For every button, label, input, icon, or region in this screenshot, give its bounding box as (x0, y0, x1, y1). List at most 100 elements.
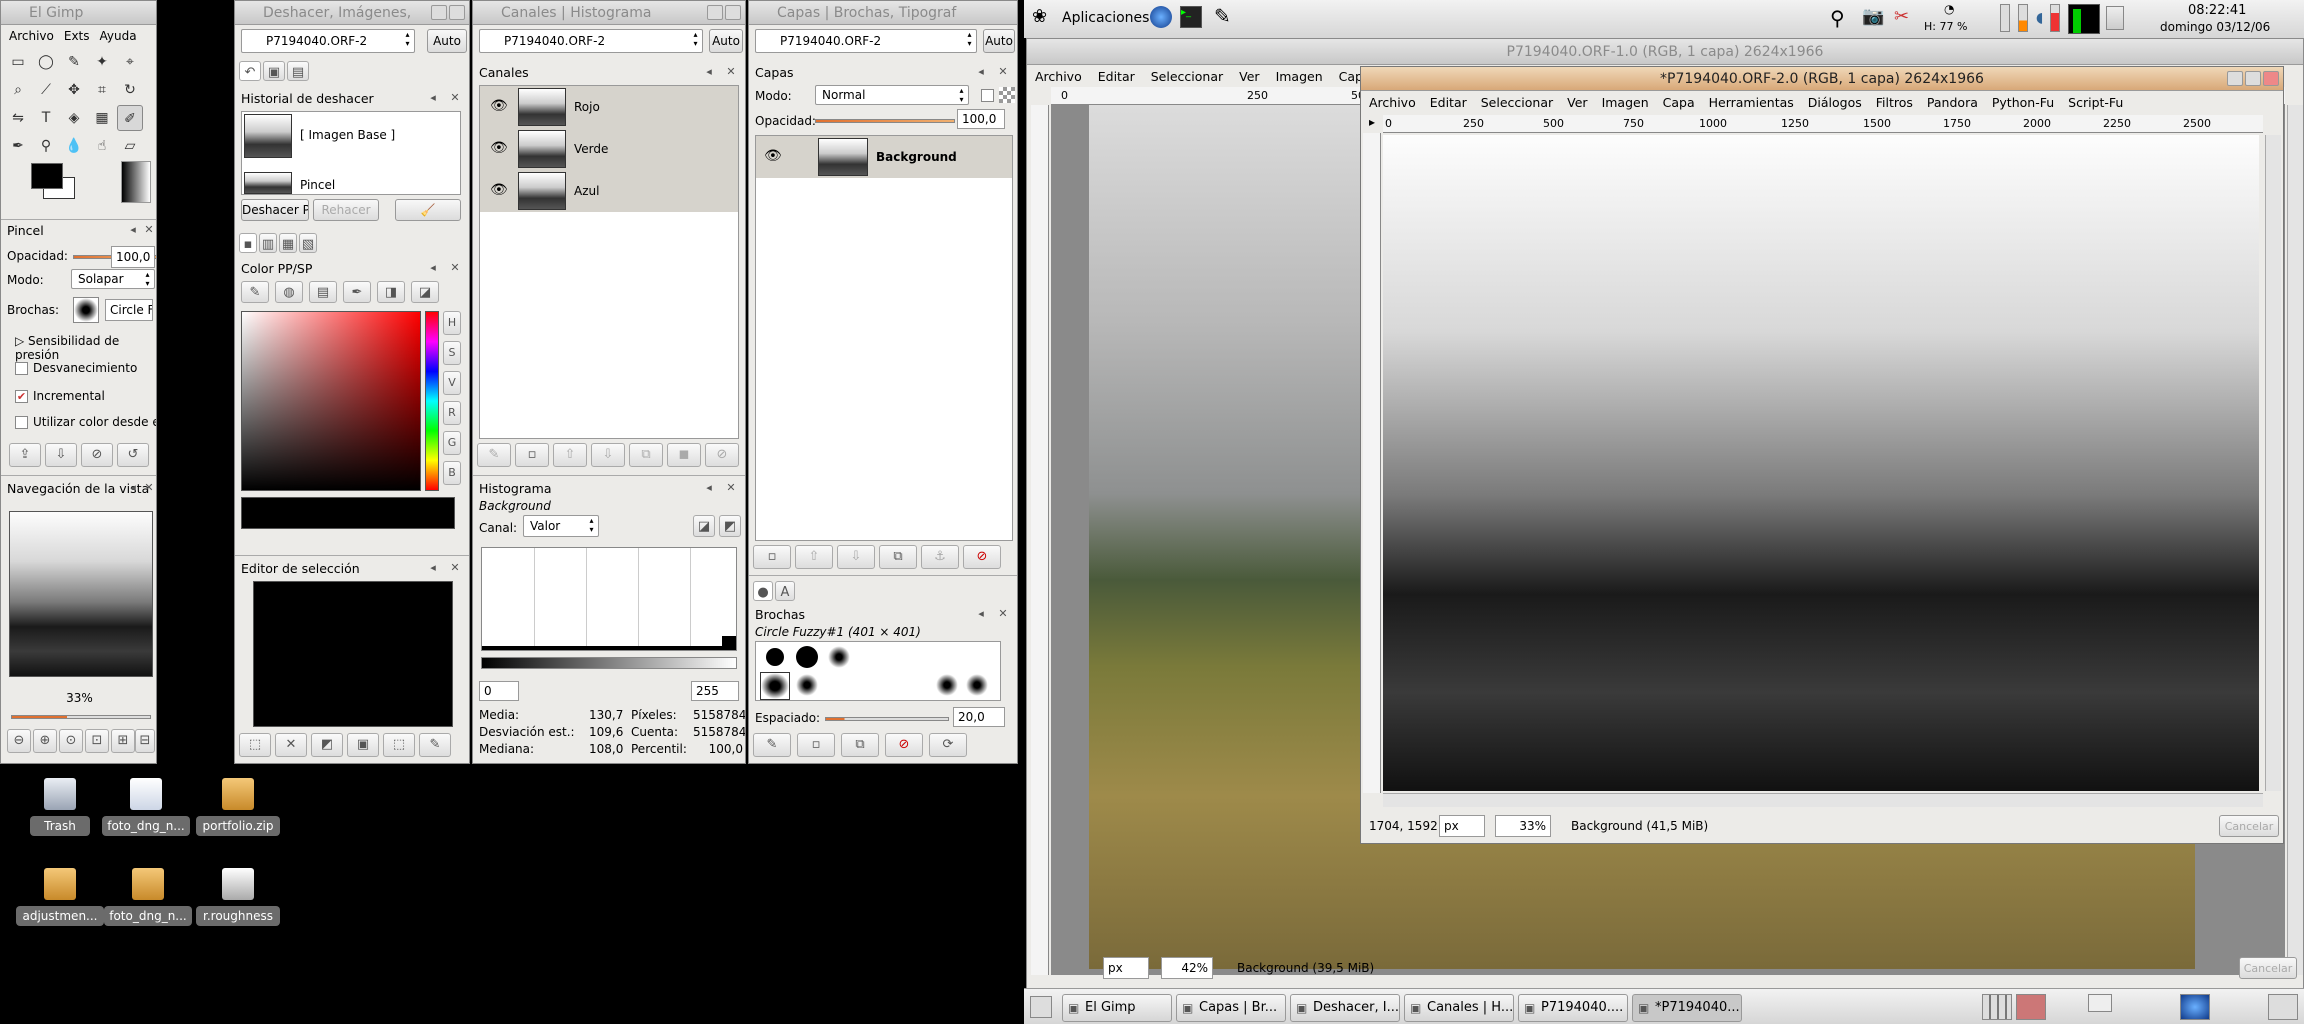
nav-menu-icon[interactable]: ◂ (127, 482, 139, 494)
desktop-icon-roughness[interactable]: r.roughness (196, 868, 280, 926)
restore-options-icon[interactable]: ⇩ (45, 443, 77, 467)
eraser-tool-icon[interactable]: ▱ (117, 133, 143, 159)
magnify-tool-icon[interactable]: ⌕ (5, 77, 31, 103)
airbrush-tool-icon[interactable]: ✒ (5, 133, 31, 159)
brushes-menu-icon[interactable]: ◂ (975, 608, 987, 620)
color-close-icon[interactable]: ✕ (449, 262, 461, 274)
save-options-icon[interactable]: ⇪ (9, 443, 41, 467)
layers-titlebar[interactable]: Capas | Brochas, Tipograf (749, 1, 1017, 25)
bg-unit-combo[interactable]: px (1103, 957, 1149, 979)
duplicate-channel-icon[interactable]: ⧉ (629, 443, 663, 467)
menu-herramientas[interactable]: Herramientas (1709, 95, 1794, 110)
show-desktop-icon[interactable] (1030, 996, 1052, 1018)
pressure-expander[interactable]: ▷ Sensibilidad de presión (15, 334, 156, 362)
gimp-launcher-icon[interactable]: ✎ (1214, 4, 1231, 28)
desktop-icon-portfolio[interactable]: portfolio.zip (196, 778, 280, 836)
history-menu-icon[interactable]: ◂ (427, 92, 439, 104)
paintbrush-tool-icon[interactable]: ✐ (117, 105, 143, 131)
brushes-close-icon[interactable]: ✕ (997, 608, 1009, 620)
tab-undo-icon[interactable]: ↶ (239, 61, 261, 81)
maximize-icon[interactable] (725, 5, 741, 20)
brush-fuzzy-icon[interactable] (828, 646, 850, 668)
gimp-selector-icon[interactable]: ✎ (241, 281, 269, 303)
invert-selection-icon[interactable]: ◩ (311, 733, 343, 757)
menu-exts[interactable]: Exts (64, 29, 90, 43)
channels-menu-icon[interactable]: ◂ (703, 66, 715, 78)
histogram-menu-icon[interactable]: ◂ (703, 482, 715, 494)
fg-unit-combo[interactable]: px (1439, 815, 1485, 837)
lower-channel-icon[interactable]: ⇩ (591, 443, 625, 467)
brush-fuzzy-icon[interactable] (936, 674, 958, 696)
taskbar-item-deshacer[interactable]: Deshacer, I... (1290, 994, 1400, 1022)
move-tool-icon[interactable]: ✥ (61, 77, 87, 103)
tab-brushes-icon[interactable]: ● (753, 581, 773, 601)
tray-window-icon[interactable] (2088, 994, 2112, 1012)
redo-button[interactable]: Rehacer (313, 199, 379, 221)
rotate-tool-icon[interactable]: ↻ (117, 77, 143, 103)
zoom-100-icon[interactable]: ⊙ (59, 729, 83, 753)
bucket-fill-tool-icon[interactable]: ◈ (61, 105, 87, 131)
range-max[interactable]: 255 (691, 681, 739, 701)
taskbar-item-p7194040-2[interactable]: *P7194040.... (1632, 994, 1742, 1022)
incremental-checkbox[interactable]: ✔ (15, 390, 28, 403)
maximize-icon[interactable] (449, 5, 465, 20)
gnome-foot-icon[interactable]: ❀ (1032, 6, 1047, 27)
brush-circle-icon[interactable] (796, 646, 818, 668)
brush-preview-button[interactable] (73, 297, 99, 323)
rect-select-tool-icon[interactable]: ▭ (5, 49, 31, 75)
applications-menu[interactable]: Aplicaciones (1062, 10, 1149, 26)
undo-auto-button[interactable]: Auto (427, 29, 467, 53)
history-base-item[interactable]: [ Imagen Base ] (300, 128, 395, 142)
menu-editar[interactable]: Editar (1098, 69, 1135, 84)
brush-name-field[interactable]: Circle Fuzzy#1 (105, 299, 153, 321)
fade-checkbox[interactable] (15, 362, 28, 375)
gradient-color-checkbox[interactable] (15, 416, 28, 429)
channel-row-blue[interactable]: 👁 Azul (480, 170, 738, 212)
lower-layer-icon[interactable]: ⇩ (837, 545, 875, 569)
menu-editar[interactable]: Editar (1430, 95, 1467, 110)
minimize-icon[interactable] (431, 5, 447, 20)
menu-filtros[interactable]: Filtros (1876, 95, 1913, 110)
channel-v[interactable]: V (443, 371, 461, 395)
tool-launcher-icon[interactable]: ⚲ (1830, 6, 1845, 30)
layer-mode-combo[interactable]: Normal (815, 85, 969, 105)
history-close-icon[interactable]: ✕ (449, 92, 461, 104)
close-icon[interactable] (2263, 71, 2279, 86)
select-all-icon[interactable]: ⬚ (239, 733, 271, 757)
delete-channel-icon[interactable]: ⊘ (705, 443, 739, 467)
layers-close-icon[interactable]: ✕ (997, 66, 1009, 78)
delete-options-icon[interactable]: ⊘ (81, 443, 113, 467)
fg-vertical-scrollbar[interactable] (2265, 135, 2281, 791)
nav-close-icon[interactable]: ✕ (143, 482, 155, 494)
taskbar-item-gimp[interactable]: El Gimp (1062, 994, 1172, 1022)
visibility-eye-icon[interactable]: 👁 (764, 148, 782, 164)
watercolor-selector-icon[interactable]: ✒ (343, 281, 371, 303)
fg-bg-colors[interactable] (31, 163, 79, 201)
stroke-selection-icon[interactable]: ✎ (419, 733, 451, 757)
spacing-slider[interactable] (825, 717, 949, 721)
lock-alpha-checkbox[interactable] (981, 89, 994, 102)
opacity-value[interactable]: 100,0 (111, 246, 155, 268)
edit-brush-icon[interactable]: ✎ (753, 733, 791, 757)
layers-menu-icon[interactable]: ◂ (975, 66, 987, 78)
layer-opacity-slider[interactable] (815, 119, 955, 123)
zoom-in-icon[interactable]: ⊕ (33, 729, 57, 753)
fg-horizontal-scrollbar[interactable] (1383, 793, 2263, 807)
tray-globe-icon[interactable] (2180, 994, 2210, 1020)
clear-history-icon[interactable]: 🧹 (395, 199, 461, 221)
delete-layer-icon[interactable]: ⊘ (963, 545, 1001, 569)
clock-time[interactable]: 08:22:41 (2188, 3, 2246, 18)
menu-dialogos[interactable]: Diálogos (1808, 95, 1862, 110)
trash-applet-icon[interactable] (2268, 994, 2298, 1020)
channel-r[interactable]: R (443, 401, 461, 425)
fg-image-titlebar[interactable]: *P7194040.ORF-2.0 (RGB, 1 capa) 2624x196… (1361, 67, 2283, 91)
minimize-icon[interactable] (707, 5, 723, 20)
dock-close-icon[interactable]: ✕ (143, 224, 155, 236)
blend-tool-icon[interactable]: ▦ (89, 105, 115, 131)
taskbar-item-canales[interactable]: Canales | H... (1404, 994, 1514, 1022)
brush-circle-icon[interactable] (766, 648, 784, 666)
tab-patterns-icon[interactable]: ▧ (299, 233, 317, 253)
undo-button[interactable]: Deshacer P (241, 199, 309, 221)
clone-tool-icon[interactable]: ⚲ (33, 133, 59, 159)
to-path-icon[interactable]: ⬚ (383, 733, 415, 757)
